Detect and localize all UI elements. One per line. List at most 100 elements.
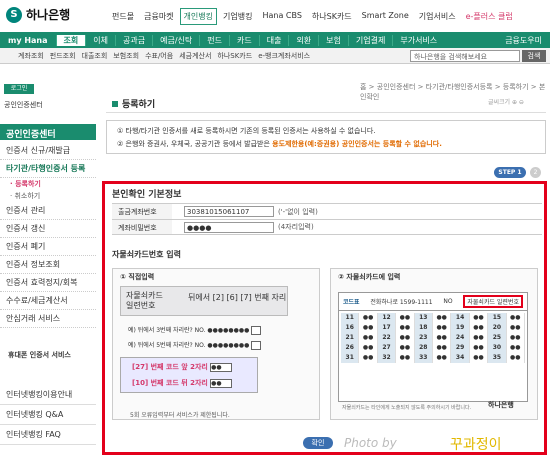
cert-center-link[interactable]: 공인인증센터 — [4, 100, 43, 110]
card-grid-index: 22 — [377, 333, 397, 343]
confirm-button[interactable]: 확인 — [303, 437, 333, 449]
sidebar-item-1[interactable]: 타기관/타행인증서 등록 — [0, 160, 96, 178]
sidebar-item-0[interactable]: 인증서 신규/재발급 — [0, 142, 96, 160]
card-grid-value: ●● — [359, 323, 378, 333]
sidebar-item-8[interactable]: 인증서 효력정지/회복 — [0, 274, 96, 292]
my-hana-link[interactable]: my Hana — [0, 36, 56, 45]
sub-menu-item-0[interactable]: 계좌조회 — [18, 51, 44, 61]
card-grid-value: ●● — [470, 343, 489, 353]
topnav-item-5[interactable]: 하나SK카드 — [308, 8, 356, 25]
font-size-controls[interactable]: 글씨크기 ⊕ ⊖ — [488, 97, 524, 106]
mobile-cert-service-link[interactable]: 휴대폰 인증서 서비스 — [8, 350, 71, 360]
sidebar-item-7[interactable]: 인증서 정보조회 — [0, 256, 96, 274]
top-navigation: 펀드몰 금융마켓 개인뱅킹 기업뱅킹 Hana CBS 하나SK카드 Smart Zone 기… — [108, 8, 517, 25]
card-serial-button[interactable]: 자물쇠카드 일련번호 — [463, 295, 523, 308]
security-card-section-title: 자물쇠카드번호 입력 — [112, 250, 182, 259]
search-input[interactable]: 하나은행을 검색해보세요 — [410, 50, 520, 62]
page-title: 등록하기 — [112, 97, 155, 110]
main-menu-item-6[interactable]: 대출 — [258, 34, 289, 46]
card-grid-value: ●● — [470, 313, 489, 323]
sidebar-item-5[interactable]: 인증서 갱신 — [0, 220, 96, 238]
account-password-input[interactable]: ●●●● — [184, 221, 274, 233]
card-grid-value: ●● — [507, 313, 525, 323]
topnav-item-7[interactable]: 기업서비스 — [415, 8, 460, 25]
card-grid-index: 32 — [377, 353, 397, 363]
card-grid-index: 12 — [377, 313, 397, 323]
main-menu-item-5[interactable]: 카드 — [228, 34, 259, 46]
card-grid-index: 30 — [488, 343, 507, 353]
account-number-input[interactable]: 30381015061107 — [184, 206, 274, 217]
sub-menu-item-3[interactable]: 보험조회 — [113, 51, 139, 61]
sidebar-menu: 인증서 신규/재발급 타기관/타행인증서 등록 · 등록하기 · 취소하기 인증서 관리… — [0, 142, 96, 328]
sidebar-item-6[interactable]: 인증서 폐기 — [0, 238, 96, 256]
account-number-row: 출금계좌번호 30381015061107 ('-'없이 입력) — [112, 203, 542, 219]
card-grid-cells: 11 ●● 12 ●● 13 ●● 14 ●● 15 ●● 16 ●● 17 ●● 18 ●● 19 ●● 20 ●●… — [339, 311, 527, 365]
card-grid-value: ●● — [433, 333, 452, 343]
account-number-label: 출금계좌번호 — [112, 204, 172, 219]
card-grid-value: ●● — [396, 323, 415, 333]
sidebar-item-10[interactable]: 안심거래 서비스 — [0, 310, 96, 328]
card-serial-digits: 뒤에서 [2] [6] [7] 번째 자리 — [188, 293, 287, 302]
digit-field-1[interactable] — [251, 326, 262, 335]
topnav-item-2[interactable]: 개인뱅킹 — [179, 8, 217, 25]
card-grid-index: 27 — [377, 343, 397, 353]
security-card-grid: 코드표 전화하나로 1599-1111 NO 자물쇠카드 일련번호 11 ●● 12… — [338, 292, 528, 402]
main-menu-item-8[interactable]: 보험 — [318, 34, 348, 46]
brand-logo[interactable]: S 하나은행 — [6, 6, 70, 23]
code-field-1[interactable]: ●● — [210, 362, 233, 372]
notice-line-1: ① 타행/타기관 인증서를 새로 등록하시면 기존의 등록된 인증서는 사용하실… — [117, 127, 376, 135]
topnav-item-0[interactable]: 펀드몰 — [108, 8, 138, 25]
finance-helper-link[interactable]: 금융도우미 — [505, 35, 550, 46]
error-limit-note: 5회 오류입력부터 서비스가 제한됩니다. — [130, 412, 230, 419]
sub-menu-item-1[interactable]: 펀드조회 — [50, 51, 76, 61]
sidebar-help-link-0[interactable]: 인터넷뱅킹이용안내 — [0, 385, 96, 405]
card-grid-value: ●● — [507, 343, 525, 353]
account-password-row: 계좌비밀번호 ●●●● (4자리입력) — [112, 219, 542, 235]
card-grid-value: ●● — [433, 313, 452, 323]
identity-section-title: 본인확인 기본정보 — [112, 190, 182, 200]
topnav-item-8[interactable]: e-플러스 클럽 — [462, 8, 517, 25]
digit-field-2[interactable] — [251, 341, 262, 350]
card-grid-index: 35 — [488, 353, 507, 363]
card-grid-index: 26 — [341, 343, 360, 353]
sub-menu-item-5[interactable]: 세금계산서 — [179, 51, 211, 61]
sub-menu-item-2[interactable]: 대출조회 — [82, 51, 108, 61]
main-menu-item-1[interactable]: 이체 — [85, 34, 115, 46]
card-grid-no: NO — [443, 298, 453, 305]
main-menu-item-0[interactable]: 조회 — [55, 34, 86, 46]
topnav-item-1[interactable]: 금융마켓 — [140, 8, 177, 25]
sidebar-item-3[interactable]: · 취소하기 — [0, 190, 96, 202]
sub-menu-item-6[interactable]: 하나SK카드 — [217, 51, 252, 61]
code-field-2[interactable]: ●● — [210, 378, 233, 388]
sidebar-item-2[interactable]: · 등록하기 — [0, 178, 96, 190]
main-menu-item-4[interactable]: 펀드 — [199, 34, 229, 46]
sidebar-item-4[interactable]: 인증서 관리 — [0, 202, 96, 220]
sub-menu-item-4[interactable]: 수표/어음 — [145, 51, 173, 61]
topnav-item-4[interactable]: Hana CBS — [258, 8, 305, 25]
card-grid-value: ●● — [470, 353, 489, 363]
main-menu-item-10[interactable]: 부가서비스 — [392, 34, 444, 46]
card-grid-tel: 전화하나로 1599-1111 — [370, 299, 433, 306]
search-button[interactable]: 검색 — [522, 50, 546, 62]
notice-line-2: ② 은행와 증권사, 우체국, 공공기관 등에서 발급받은 용도제한용(예:증권… — [117, 140, 442, 148]
card-grid-index: 25 — [488, 333, 507, 343]
photo-watermark: Photo by — [344, 436, 397, 450]
card-grid-header: 코드표 전화하나로 1599-1111 NO 자물쇠카드 일련번호 — [339, 293, 527, 311]
step-indicator-current: STEP 1 — [494, 167, 526, 178]
sidebar-help-link-1[interactable]: 인터넷뱅킹 Q&A — [0, 405, 96, 425]
card-grid-index: 11 — [341, 313, 360, 323]
main-menu-item-7[interactable]: 외환 — [288, 34, 318, 46]
main-menu-item-9[interactable]: 기업결제 — [347, 34, 392, 46]
brand-name: 하나은행 — [26, 8, 71, 22]
card-grid-code-label: 코드표 — [343, 299, 360, 306]
sub-menu-item-7[interactable]: e-뱅크계좌서비스 — [258, 51, 310, 61]
main-menu-item-2[interactable]: 공과금 — [115, 34, 152, 46]
main-menu-item-3[interactable]: 예금/신탁 — [152, 34, 199, 46]
sidebar-help-link-2[interactable]: 인터넷뱅킹 FAQ — [0, 425, 96, 445]
card-grid-index: 31 — [341, 353, 360, 363]
account-password-label: 계좌비밀번호 — [112, 220, 172, 234]
sidebar-item-9[interactable]: 수수료/세금계산서 — [0, 292, 96, 310]
topnav-item-3[interactable]: 기업뱅킹 — [219, 8, 256, 25]
login-button[interactable]: 로그인 — [4, 84, 34, 94]
topnav-item-6[interactable]: Smart Zone — [358, 8, 413, 25]
